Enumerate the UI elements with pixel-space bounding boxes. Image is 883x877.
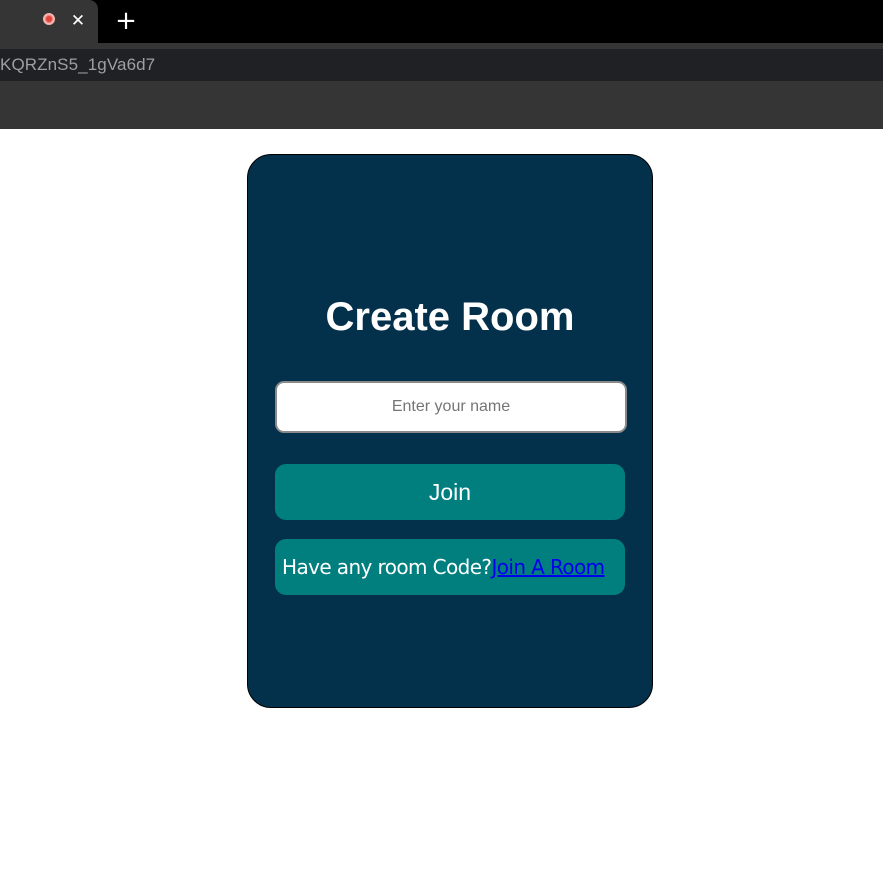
url-text[interactable]: KQRZnS5_1gVa6d7	[0, 49, 155, 81]
recording-indicator-icon	[43, 13, 55, 25]
join-button[interactable]: Join	[275, 464, 625, 520]
page-content: Create Room Join Have any room Code?Join…	[0, 129, 883, 877]
browser-tab[interactable]: ✕	[0, 0, 98, 43]
browser-tab-strip: ✕ +	[0, 0, 883, 43]
room-code-prompt-box: Have any room Code?Join A Room	[275, 539, 625, 595]
room-code-prompt: Have any room Code?	[282, 555, 492, 579]
plus-icon[interactable]: +	[114, 6, 138, 36]
page-title: Create Room	[325, 295, 575, 339]
close-icon[interactable]: ✕	[68, 9, 88, 33]
address-bar[interactable]: KQRZnS5_1gVa6d7	[0, 49, 883, 81]
name-input[interactable]	[275, 381, 627, 433]
bookmarks-bar	[0, 85, 883, 129]
join-a-room-link[interactable]: Join A Room	[491, 555, 605, 579]
address-bar-row: KQRZnS5_1gVa6d7	[0, 43, 883, 85]
create-room-card: Create Room Join Have any room Code?Join…	[247, 154, 653, 708]
